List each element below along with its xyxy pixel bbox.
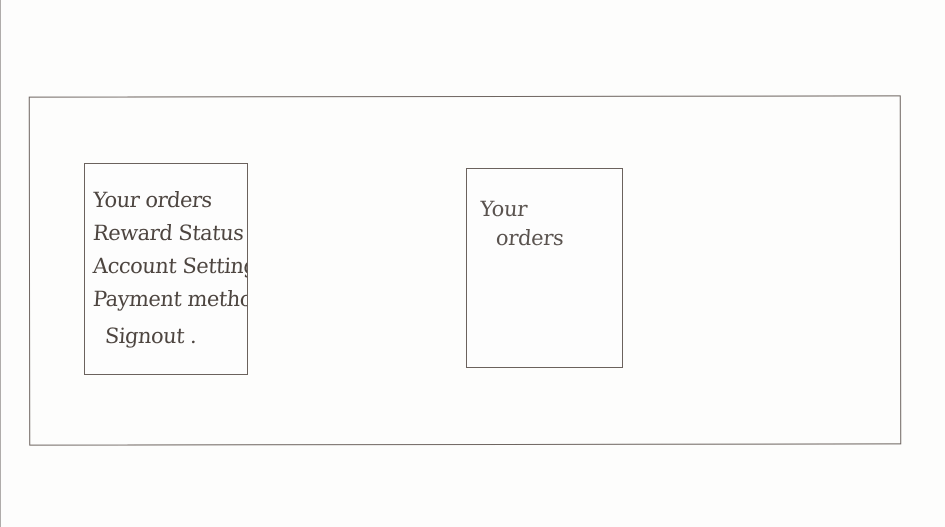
menu-item-your-orders[interactable]: Your orders [92,184,247,217]
menu-item-signout[interactable]: Signout . [92,320,247,353]
account-menu: Your orders Reward Status Account Settin… [84,163,248,375]
menu-item-reward-status[interactable]: Reward Status [92,217,247,250]
paper-edge [0,0,1,527]
account-menu-list: Your orders Reward Status Account Settin… [92,184,247,353]
menu-item-payment-methods[interactable]: Payment methods [92,283,247,316]
orders-panel-title: Your orders [477,195,611,253]
orders-panel: Your orders [466,168,623,368]
orders-title-line-1: Your [479,197,528,221]
orders-title-line-2: orders [495,226,565,250]
menu-item-account-settings[interactable]: Account Settings [92,250,247,283]
